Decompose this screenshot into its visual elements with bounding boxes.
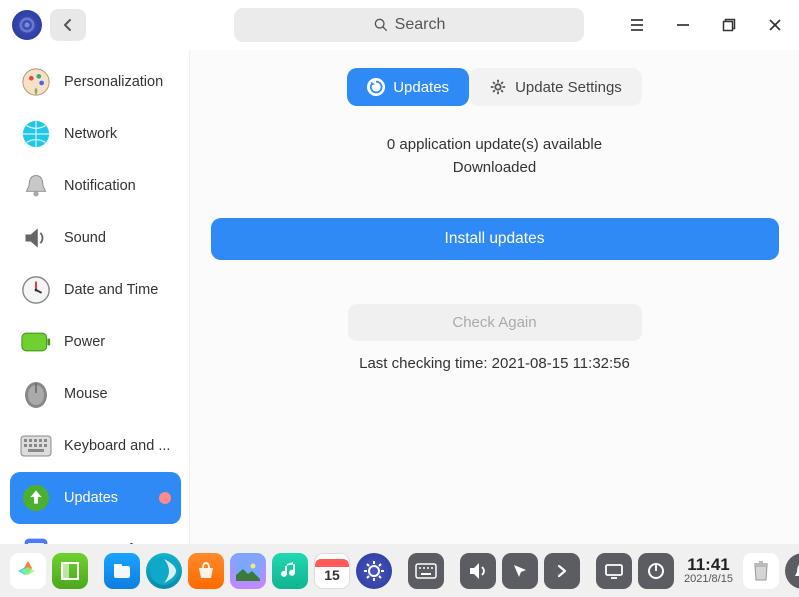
last-check-time: Last checking time: 2021-08-15 11:32:56 — [206, 355, 783, 372]
sidebar-item-label: Notification — [64, 178, 171, 194]
refresh-circle-icon — [367, 78, 385, 96]
back-button[interactable] — [50, 9, 86, 41]
sidebar-item-power[interactable]: Power — [10, 316, 181, 368]
sidebar: Personalization Network Notification Sou… — [0, 50, 190, 544]
sidebar-item-systeminfo[interactable]: System Info — [10, 524, 181, 544]
tabs: Updates Update Settings — [206, 68, 783, 106]
tab-updates[interactable]: Updates — [347, 68, 469, 106]
hamburger-icon — [629, 18, 645, 32]
desktop-tray-icon[interactable] — [596, 553, 632, 589]
sidebar-item-updates[interactable]: Updates — [10, 472, 181, 524]
clock-date: 2021/8/15 — [684, 574, 733, 586]
install-updates-button[interactable]: Install updates — [211, 218, 779, 260]
sidebar-item-label: Updates — [64, 490, 171, 506]
app-store-icon[interactable] — [188, 553, 224, 589]
trash-tray-icon[interactable] — [743, 553, 779, 589]
update-dot-icon — [159, 492, 171, 504]
sidebar-item-datetime[interactable]: Date and Time — [10, 264, 181, 316]
sidebar-item-label: Power — [64, 334, 171, 350]
onscreen-keyboard-icon[interactable] — [408, 553, 444, 589]
keyboard-icon — [20, 430, 52, 462]
speaker-icon — [20, 222, 52, 254]
content-area: Updates Update Settings 0 application up… — [190, 50, 799, 544]
notification-tray-icon[interactable] — [785, 553, 799, 589]
sidebar-item-label: Sound — [64, 230, 171, 246]
search-placeholder: Search — [395, 16, 446, 34]
file-manager-icon[interactable] — [104, 553, 140, 589]
tab-label: Update Settings — [515, 79, 622, 96]
app-icon — [12, 10, 42, 40]
menu-button[interactable] — [625, 13, 649, 37]
tab-label: Updates — [393, 79, 449, 96]
minimize-icon — [676, 18, 690, 32]
settings-taskbar-icon[interactable] — [356, 553, 392, 589]
power-tray-icon[interactable] — [638, 553, 674, 589]
update-icon — [20, 482, 52, 514]
sidebar-item-network[interactable]: Network — [10, 108, 181, 160]
settings-window: Search Personalization — [0, 0, 799, 597]
sidebar-item-mouse[interactable]: Mouse — [10, 368, 181, 420]
sidebar-item-label: System Info — [64, 542, 171, 544]
launcher-icon[interactable] — [10, 553, 46, 589]
titlebar: Search — [0, 0, 799, 50]
volume-tray-icon[interactable] — [460, 553, 496, 589]
close-button[interactable] — [763, 13, 787, 37]
sidebar-item-personalization[interactable]: Personalization — [10, 56, 181, 108]
window-controls — [625, 13, 787, 37]
maximize-button[interactable] — [717, 13, 741, 37]
maximize-icon — [722, 18, 736, 32]
clock-icon — [20, 274, 52, 306]
minimize-button[interactable] — [671, 13, 695, 37]
sidebar-item-label: Mouse — [64, 386, 171, 402]
search-box[interactable]: Search — [234, 8, 584, 42]
sidebar-item-notification[interactable]: Notification — [10, 160, 181, 212]
photos-icon[interactable] — [230, 553, 266, 589]
palette-icon — [20, 66, 52, 98]
task-multitask-icon[interactable] — [52, 553, 88, 589]
status-line-2: Downloaded — [206, 159, 783, 176]
check-again-button: Check Again — [348, 304, 642, 341]
mouse-tray-icon[interactable] — [502, 553, 538, 589]
status-line-1: 0 application update(s) available — [206, 136, 783, 153]
sidebar-item-keyboard[interactable]: Keyboard and ... — [10, 420, 181, 472]
battery-icon — [20, 326, 52, 358]
search-icon — [373, 17, 389, 33]
chevron-left-icon — [62, 18, 74, 32]
sidebar-item-sound[interactable]: Sound — [10, 212, 181, 264]
sidebar-item-label: Personalization — [64, 74, 171, 90]
calendar-icon[interactable]: 15 — [314, 553, 350, 589]
calendar-day: 15 — [324, 567, 340, 583]
mouse-icon — [20, 378, 52, 410]
globe-icon — [20, 118, 52, 150]
gear-icon — [489, 78, 507, 96]
bell-icon — [20, 170, 52, 202]
music-icon[interactable] — [272, 553, 308, 589]
close-icon — [768, 18, 782, 32]
info-icon — [20, 534, 52, 544]
sidebar-item-label: Date and Time — [64, 282, 171, 298]
clock-time: 11:41 — [687, 556, 730, 574]
browser-icon[interactable] — [146, 553, 182, 589]
tab-update-settings[interactable]: Update Settings — [469, 68, 642, 106]
sidebar-item-label: Keyboard and ... — [64, 438, 171, 454]
sidebar-item-label: Network — [64, 126, 171, 142]
clock-tray[interactable]: 11:41 2021/8/15 — [680, 556, 737, 585]
expand-tray-icon[interactable] — [544, 553, 580, 589]
taskbar: 15 11:41 2021/8/15 — [0, 544, 799, 597]
